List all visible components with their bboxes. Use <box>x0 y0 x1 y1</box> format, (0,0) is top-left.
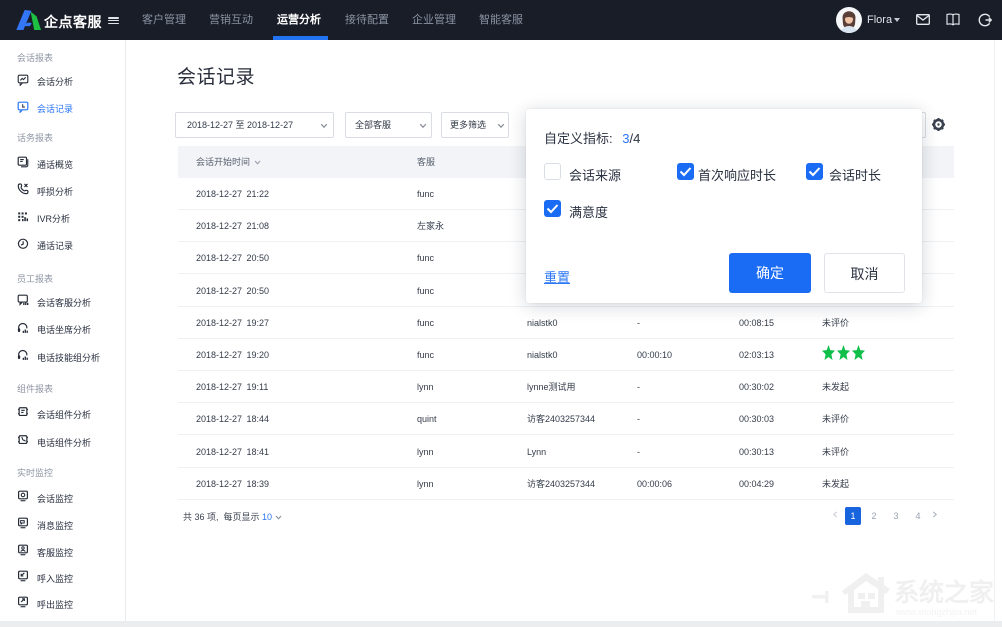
svg-text:www.xitongzhijia.net: www.xitongzhijia.net <box>895 607 978 617</box>
svg-text:系统之家: 系统之家 <box>894 578 994 607</box>
